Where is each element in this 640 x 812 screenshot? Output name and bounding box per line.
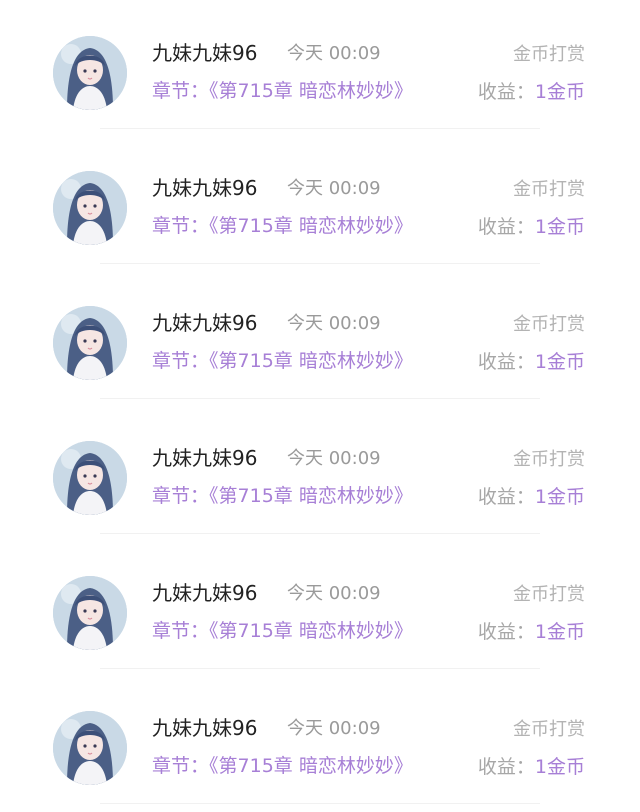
row-divider — [100, 398, 540, 399]
row-divider — [100, 263, 540, 264]
user-name[interactable]: 九妹九妹96 — [152, 172, 257, 201]
chapter-info[interactable]: 章节：《第715章 暗恋林妙妙》 — [152, 751, 413, 778]
list-item[interactable]: 九妹九妹96 今天 00:09 金币打赏 章节：《第715章 暗恋林妙妙》 收益… — [0, 675, 640, 810]
chapter-title-link[interactable]: 《第715章 暗恋林妙妙》 — [209, 620, 413, 642]
list-item[interactable]: 九妹九妹96 今天 00:09 金币打赏 章节：《第715章 暗恋林妙妙》 收益… — [0, 270, 640, 405]
income-info: 收益：1金币 — [478, 752, 585, 779]
chapter-info[interactable]: 章节：《第715章 暗恋林妙妙》 — [152, 481, 413, 508]
chapter-label: 章节： — [152, 215, 210, 237]
income-value: 1金币 — [534, 486, 585, 508]
avatar[interactable] — [53, 171, 127, 245]
anime-girl-avatar-icon — [53, 576, 127, 650]
income-value: 1金币 — [534, 216, 585, 238]
user-name[interactable]: 九妹九妹96 — [152, 307, 257, 336]
user-name[interactable]: 九妹九妹96 — [152, 712, 257, 741]
income-label: 收益： — [477, 486, 535, 508]
income-info: 收益：1金币 — [478, 482, 585, 509]
list-item[interactable]: 九妹九妹96 今天 00:09 金币打赏 章节：《第715章 暗恋林妙妙》 收益… — [0, 405, 640, 540]
chapter-info[interactable]: 章节：《第715章 暗恋林妙妙》 — [152, 76, 413, 103]
income-label: 收益： — [477, 351, 535, 373]
avatar[interactable] — [53, 306, 127, 380]
income-info: 收益：1金币 — [478, 347, 585, 374]
income-info: 收益：1金币 — [478, 77, 585, 104]
timestamp: 今天 00:09 — [287, 448, 381, 469]
anime-girl-avatar-icon — [53, 711, 127, 785]
chapter-label: 章节： — [152, 620, 210, 642]
row-divider — [100, 803, 540, 804]
list-item[interactable]: 九妹九妹96 今天 00:09 金币打赏 章节：《第715章 暗恋林妙妙》 收益… — [0, 135, 640, 270]
reward-type-label: 金币打赏 — [513, 314, 585, 335]
timestamp: 今天 00:09 — [287, 313, 381, 334]
anime-girl-avatar-icon — [53, 306, 127, 380]
income-value: 1金币 — [534, 81, 585, 103]
user-name[interactable]: 九妹九妹96 — [152, 442, 257, 471]
income-value: 1金币 — [534, 756, 585, 778]
income-label: 收益： — [477, 756, 535, 778]
chapter-label: 章节： — [152, 485, 210, 507]
chapter-label: 章节： — [152, 80, 210, 102]
avatar[interactable] — [53, 36, 127, 110]
income-value: 1金币 — [534, 621, 585, 643]
timestamp: 今天 00:09 — [287, 718, 381, 739]
income-label: 收益： — [477, 216, 535, 238]
income-label: 收益： — [477, 81, 535, 103]
chapter-info[interactable]: 章节：《第715章 暗恋林妙妙》 — [152, 346, 413, 373]
chapter-info[interactable]: 章节：《第715章 暗恋林妙妙》 — [152, 616, 413, 643]
reward-type-label: 金币打赏 — [513, 44, 585, 65]
chapter-title-link[interactable]: 《第715章 暗恋林妙妙》 — [209, 485, 413, 507]
list-item[interactable]: 九妹九妹96 今天 00:09 金币打赏 章节：《第715章 暗恋林妙妙》 收益… — [0, 540, 640, 675]
anime-girl-avatar-icon — [53, 36, 127, 110]
avatar[interactable] — [53, 441, 127, 515]
chapter-label: 章节： — [152, 350, 210, 372]
chapter-info[interactable]: 章节：《第715章 暗恋林妙妙》 — [152, 211, 413, 238]
chapter-title-link[interactable]: 《第715章 暗恋林妙妙》 — [209, 80, 413, 102]
chapter-title-link[interactable]: 《第715章 暗恋林妙妙》 — [209, 215, 413, 237]
reward-record-list: 九妹九妹96 今天 00:09 金币打赏 章节：《第715章 暗恋林妙妙》 收益… — [0, 0, 640, 812]
avatar[interactable] — [53, 576, 127, 650]
reward-type-label: 金币打赏 — [513, 179, 585, 200]
reward-type-label: 金币打赏 — [513, 584, 585, 605]
reward-type-label: 金币打赏 — [513, 719, 585, 740]
row-divider — [100, 128, 540, 129]
timestamp: 今天 00:09 — [287, 583, 381, 604]
user-name[interactable]: 九妹九妹96 — [152, 577, 257, 606]
reward-type-label: 金币打赏 — [513, 449, 585, 470]
anime-girl-avatar-icon — [53, 171, 127, 245]
income-value: 1金币 — [534, 351, 585, 373]
list-item[interactable]: 九妹九妹96 今天 00:09 金币打赏 章节：《第715章 暗恋林妙妙》 收益… — [0, 0, 640, 135]
row-divider — [100, 668, 540, 669]
income-label: 收益： — [477, 621, 535, 643]
avatar[interactable] — [53, 711, 127, 785]
timestamp: 今天 00:09 — [287, 43, 381, 64]
anime-girl-avatar-icon — [53, 441, 127, 515]
user-name[interactable]: 九妹九妹96 — [152, 37, 257, 66]
row-divider — [100, 533, 540, 534]
chapter-title-link[interactable]: 《第715章 暗恋林妙妙》 — [209, 755, 413, 777]
timestamp: 今天 00:09 — [287, 178, 381, 199]
chapter-title-link[interactable]: 《第715章 暗恋林妙妙》 — [209, 350, 413, 372]
chapter-label: 章节： — [152, 755, 210, 777]
income-info: 收益：1金币 — [478, 212, 585, 239]
income-info: 收益：1金币 — [478, 617, 585, 644]
